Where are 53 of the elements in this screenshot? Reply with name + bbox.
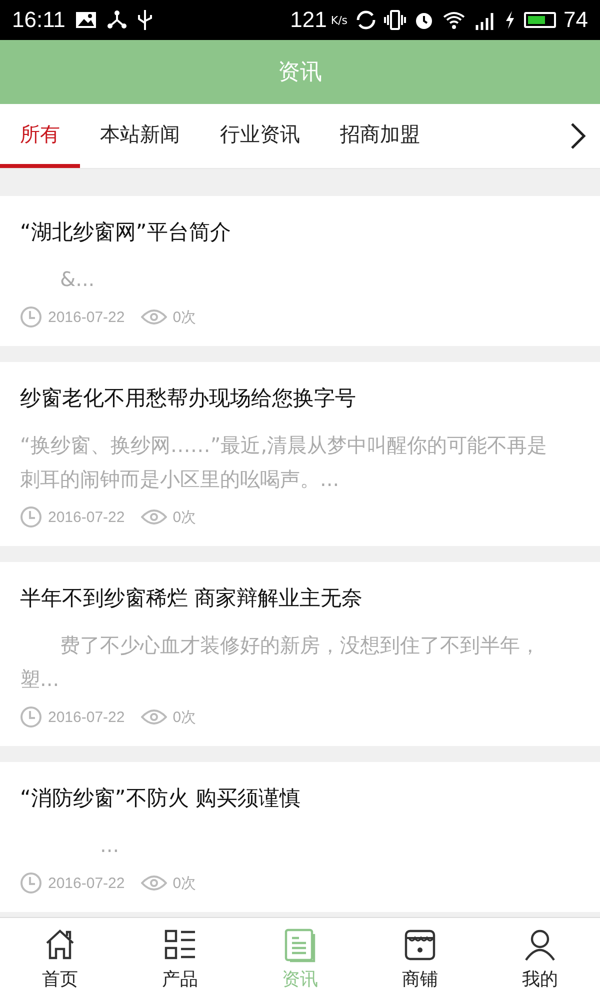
clock-icon [20, 506, 42, 528]
nav-label[interactable]: 商铺 [402, 966, 438, 990]
charging-icon [504, 10, 516, 30]
person-icon[interactable] [523, 928, 557, 962]
battery-icon [524, 12, 556, 28]
battery-percent: 74 [564, 7, 588, 33]
article-summary: ... [99, 832, 120, 859]
chevron-right-icon[interactable] [568, 121, 588, 151]
vibrate-icon [384, 10, 406, 30]
clock-icon [20, 306, 42, 328]
storefront-icon[interactable] [403, 928, 437, 962]
usb-icon [137, 9, 154, 31]
nav-label[interactable]: 我的 [522, 966, 558, 990]
network-speed: 121 [290, 7, 327, 33]
article-title: “湖北纱窗网”平台简介 [20, 219, 232, 246]
view-count: 0次 [172, 508, 196, 526]
page-title: 资讯 [278, 59, 322, 87]
article-date: 2016-07-22 [48, 508, 125, 526]
article-card[interactable]: 半年不到纱窗稀烂 商家辩解业主无奈 费了不少心血才装修好的新房，没想到住了不到半年，塑... 2016-07-22 0次 [0, 562, 600, 746]
article-summary: “换纱窗、换纱网……”最近,清晨从梦中叫醒你的可能不再是刺耳的闹钟而是小区里的吆喝声。... [20, 432, 548, 493]
alarm-icon [414, 10, 434, 30]
share-icon [107, 10, 128, 30]
article-date: 2016-07-22 [48, 308, 125, 326]
clock-icon [20, 706, 42, 728]
article-date: 2016-07-22 [48, 708, 125, 726]
eye-icon [140, 874, 167, 892]
tab[interactable]: 行业资讯 [200, 104, 320, 168]
article-summary: &... [59, 266, 96, 293]
article-title: 半年不到纱窗稀烂 商家辩解业主无奈 [20, 585, 364, 612]
article-title: “消防纱窗”不防火 购买须谨慎 [20, 785, 302, 812]
speed-unit: K/s [330, 14, 348, 26]
eye-icon [140, 508, 167, 526]
article-card[interactable]: “消防纱窗”不防火 购买须谨慎 ... 2016-07-22 0次 [0, 762, 600, 912]
view-count: 0次 [172, 708, 196, 726]
article-summary: 费了不少心血才装修好的新房，没想到住了不到半年，塑... [20, 632, 541, 693]
nav-label[interactable]: 首页 [42, 966, 78, 990]
article-title: 纱窗老化不用愁帮办现场给您换字号 [20, 385, 357, 412]
view-count: 0次 [172, 874, 196, 892]
tab[interactable]: 招商加盟 [320, 104, 440, 168]
tab[interactable]: 所有 [0, 104, 80, 168]
nav-label[interactable]: 产品 [162, 966, 198, 990]
article-card[interactable]: 纱窗老化不用愁帮办现场给您换字号 “换纱窗、换纱网……”最近,清晨从梦中叫醒你的可能不再是刺耳的闹钟而是小区里的吆喝声。... 2016-07-22 0次 [0, 362, 600, 546]
clock-time: 16:11 [12, 7, 66, 33]
tab[interactable]: 本站新闻 [80, 104, 200, 168]
eye-icon [140, 708, 167, 726]
article-card[interactable]: “湖北纱窗网”平台简介 &... 2016-07-22 0次 [0, 196, 600, 346]
image-icon [75, 11, 98, 29]
article-date: 2016-07-22 [48, 874, 125, 892]
eye-icon [140, 308, 167, 326]
sync-icon [356, 10, 376, 30]
wifi-icon [442, 10, 466, 30]
view-count: 0次 [172, 308, 196, 326]
clock-icon [20, 872, 42, 894]
